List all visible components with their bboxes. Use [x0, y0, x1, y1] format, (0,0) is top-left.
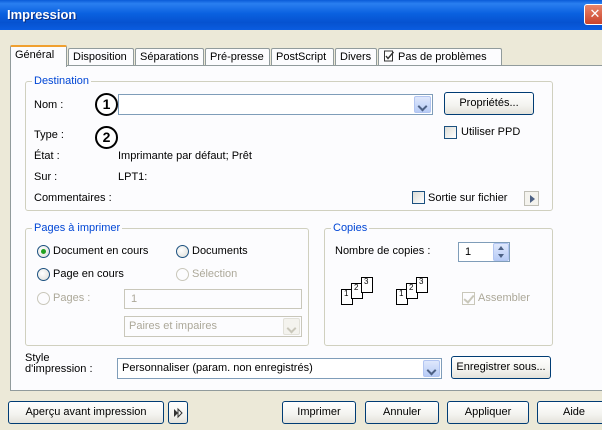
- copies-spinner[interactable]: [493, 243, 509, 261]
- copies-legend: Copies: [331, 222, 370, 234]
- type-label: Type :: [34, 129, 64, 141]
- tab-label: Général: [15, 49, 55, 61]
- tab-label: Pas de problèmes: [398, 51, 487, 63]
- close-button[interactable]: ✕: [584, 4, 602, 25]
- radio-current-document[interactable]: [37, 245, 50, 258]
- cancel-button[interactable]: Annuler: [365, 401, 439, 424]
- tab-label: Séparations: [140, 51, 199, 63]
- copies-count-value: 1: [465, 246, 472, 258]
- current-page-label: Page en cours: [53, 268, 124, 280]
- collate-diagram-2: 1 2 3: [396, 277, 438, 307]
- printer-name-select[interactable]: [118, 94, 433, 115]
- tab-disposition[interactable]: Disposition: [68, 48, 134, 66]
- print-to-file-checkbox[interactable]: [412, 191, 425, 204]
- print-to-file-label: Sortie sur fichier: [428, 192, 508, 204]
- tab-panel-general: Destination Nom : 1 Propriétés... Type :…: [10, 65, 602, 391]
- radio-selection[interactable]: [176, 268, 189, 281]
- preview-toggle-button[interactable]: [168, 401, 188, 424]
- copies-count-label: Nombre de copies :: [335, 245, 431, 257]
- properties-button[interactable]: Propriétés...: [444, 92, 534, 115]
- radio-current-page[interactable]: [37, 268, 50, 281]
- documents-label: Documents: [192, 245, 248, 257]
- help-button[interactable]: Aide: [537, 401, 602, 424]
- odd-even-value: Paires et impaires: [129, 320, 218, 332]
- title-bar[interactable]: Impression ✕: [0, 0, 602, 30]
- print-preview-button[interactable]: Aperçu avant impression: [8, 401, 164, 424]
- destination-group: Destination Nom : 1 Propriétés... Type :…: [25, 75, 553, 211]
- window-title: Impression: [7, 7, 77, 22]
- collate-diagram-1: 1 2 3: [341, 277, 383, 307]
- print-button[interactable]: Imprimer: [282, 401, 356, 424]
- close-icon: ✕: [589, 6, 601, 21]
- callout-1-badge: 1: [95, 93, 118, 116]
- collate-checkbox[interactable]: [462, 292, 475, 305]
- selection-label: Sélection: [192, 268, 238, 280]
- radio-documents[interactable]: [176, 245, 189, 258]
- tab-label: Divers: [340, 51, 372, 63]
- destination-legend: Destination: [32, 75, 92, 87]
- print-style-label: Style d'impression :: [25, 353, 93, 375]
- use-ppd-label: Utiliser PPD: [461, 126, 521, 138]
- expand-arrow-button[interactable]: [524, 191, 539, 206]
- double-arrow-icon: [174, 407, 183, 419]
- page-range-value: 1: [131, 293, 138, 305]
- tab-label: PostScript: [276, 51, 327, 63]
- on-value: LPT1:: [118, 171, 148, 183]
- pages-label: Pages :: [53, 292, 91, 304]
- tab-postscript[interactable]: PostScript: [271, 48, 334, 66]
- print-style-value: Personnaliser (param. non enregistrés): [122, 362, 313, 374]
- tab-preflight[interactable]: Pas de problèmes: [378, 48, 502, 66]
- callout-2-badge: 2: [95, 126, 118, 149]
- chevron-down-icon[interactable]: [423, 360, 440, 377]
- print-style-label-line2: d'impression :: [25, 363, 93, 375]
- name-label: Nom :: [34, 99, 64, 111]
- radio-pages[interactable]: [37, 292, 50, 305]
- tab-separations[interactable]: Séparations: [135, 48, 204, 66]
- tab-divers[interactable]: Divers: [335, 48, 377, 66]
- state-label: État :: [34, 150, 60, 162]
- tab-label: Pré-presse: [210, 51, 264, 63]
- tab-label: Disposition: [73, 51, 127, 63]
- collate-label: Assembler: [478, 292, 530, 304]
- print-style-select[interactable]: Personnaliser (param. non enregistrés): [117, 358, 442, 379]
- current-document-label: Document en cours: [53, 245, 149, 257]
- tab-general[interactable]: Général: [10, 45, 67, 67]
- chevron-down-icon[interactable]: [283, 318, 300, 335]
- pages-legend: Pages à imprimer: [32, 222, 123, 234]
- copies-group: Copies Nombre de copies : 1 1 2 3 1 2 3 …: [324, 222, 553, 346]
- checklist-icon: [384, 50, 395, 62]
- apply-button[interactable]: Appliquer: [447, 401, 529, 424]
- page-range-input[interactable]: 1: [124, 289, 302, 309]
- state-value: Imprimante par défaut; Prêt: [118, 150, 252, 162]
- print-dialog: Impression ✕ Général Disposition Séparat…: [0, 0, 602, 430]
- use-ppd-checkbox[interactable]: [444, 126, 457, 139]
- tab-prepress[interactable]: Pré-presse: [205, 48, 270, 66]
- chevron-down-icon[interactable]: [414, 96, 431, 113]
- odd-even-select[interactable]: Paires et impaires: [124, 316, 302, 337]
- comments-label: Commentaires :: [34, 192, 112, 204]
- save-as-button[interactable]: Enregistrer sous...: [451, 356, 551, 379]
- pages-group: Pages à imprimer Document en cours Docum…: [25, 222, 309, 346]
- on-label: Sur :: [34, 171, 58, 183]
